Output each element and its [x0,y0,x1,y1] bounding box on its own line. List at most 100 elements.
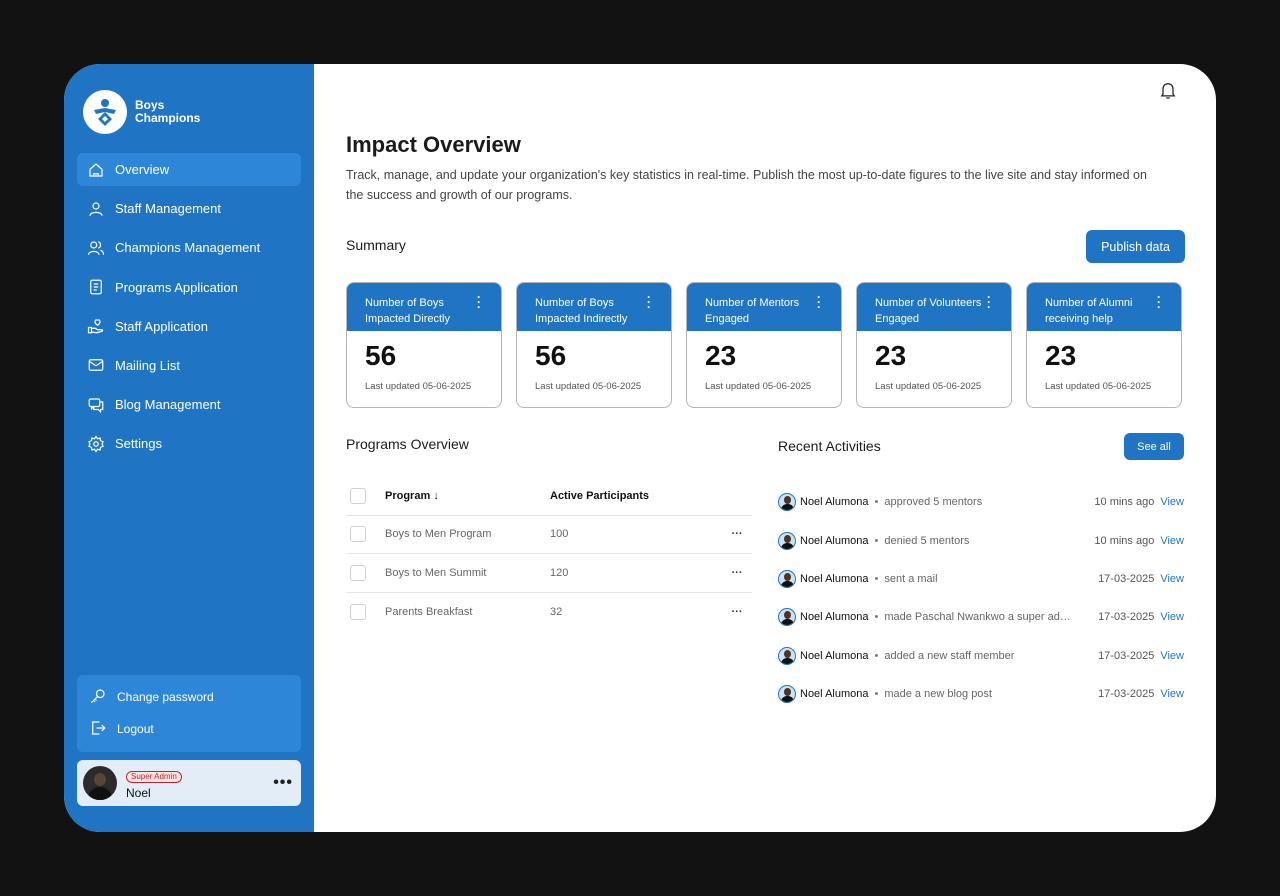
stat-value: 56 [365,340,397,371]
avatar [83,766,117,800]
sidebar-item-staff-management[interactable]: Staff Management [77,192,301,225]
sidebar: Boys Champions Overview Staff Management… [64,64,314,832]
row-checkbox[interactable] [350,526,366,543]
select-all-checkbox[interactable] [350,487,366,504]
bell-icon[interactable] [1158,80,1178,100]
brand[interactable]: Boys Champions [83,90,200,134]
list-item: Noel Alumona • added a new staff member … [778,637,1184,675]
view-link[interactable]: View [1160,573,1184,585]
sidebar-item-label: Overview [115,162,170,177]
stat-value: 23 [875,340,907,371]
column-header-program[interactable]: Program ↓ [385,490,550,502]
sidebar-item-programs-application[interactable]: Programs Application [77,271,301,304]
list-item: Noel Alumona • approved 5 mentors 10 min… [778,483,1184,521]
row-menu-button[interactable]: ··· [722,567,752,579]
stat-card-title: Number of Volunteers Engaged [875,297,982,325]
summary-cards: Number of Boys Impacted Directly · · · 56 L… [346,282,1182,408]
sidebar-item-mailing-list[interactable]: Mailing List [77,349,301,382]
sidebar-item-champions-management[interactable]: Champions Management [77,231,301,264]
activity-user: Noel Alumona [800,534,869,547]
avatar [778,493,796,512]
page-description: Track, manage, and update your organizat… [346,168,1147,202]
program-name: Boys to Men Summit [385,566,487,579]
logout-label: Logout [117,722,154,736]
sidebar-item-overview[interactable]: Overview [77,153,301,186]
table-header: Program ↓ Active Participants [346,477,752,516]
stat-value: 56 [535,340,567,371]
stat-card: Number of Boys Impacted Directly · · · 56 L… [346,282,502,408]
stat-card-title: Number of Mentors Engaged [705,297,800,325]
view-link[interactable]: View [1160,496,1184,508]
see-all-button[interactable]: See all [1124,433,1184,460]
gear-icon [87,435,105,453]
sidebar-item-label: Settings [115,436,162,452]
programs-table: Program ↓ Active Participants Boys to Me… [346,477,752,631]
sidebar-item-label: Staff Application [115,318,208,334]
view-link[interactable]: View [1160,650,1184,662]
list-item: Noel Alumona • sent a mail 17-03-2025 Vi… [778,560,1184,598]
avatar [778,531,796,550]
view-link[interactable]: View [1160,688,1184,700]
sidebar-item-label: Mailing List [115,357,181,373]
user-more-button[interactable]: ••• [273,774,293,792]
separator-dot: • [874,534,879,547]
view-link[interactable]: View [1160,611,1184,623]
user-card[interactable]: Super Admin Noel ••• [77,760,301,806]
activity-action: made Paschal Nwankwo a super admin [884,611,1075,624]
sidebar-item-label: Champions Management [115,240,261,256]
sidebar-item-blog-management[interactable]: Blog Management [77,388,301,421]
stat-value: 23 [705,340,737,371]
list-item: Noel Alumona • made Paschal Nwankwo a su… [778,598,1184,636]
user-icon [87,200,105,218]
row-menu-button[interactable]: ··· [722,606,752,618]
activity-time: 17-03-2025 [1098,649,1155,662]
table-row: Parents Breakfast 32 ··· [346,593,752,632]
key-icon [89,687,107,708]
kebab-menu-icon[interactable]: · · · [477,291,481,313]
avatar [778,685,796,704]
participants-count: 32 [550,605,563,618]
activity-user: Noel Alumona [800,572,869,585]
activity-time: 17-03-2025 [1098,572,1155,585]
document-icon [87,278,105,296]
activity-action: made a new blog post [884,688,992,701]
page-title: Impact Overview [346,132,521,157]
view-link[interactable]: View [1160,535,1184,547]
column-header-participants: Active Participants [550,489,650,502]
sidebar-item-label: Staff Management [115,201,221,217]
activity-action: denied 5 mentors [884,534,970,547]
row-menu-button[interactable]: ··· [722,528,752,540]
participants-count: 120 [550,566,569,579]
kebab-menu-icon[interactable]: · · · [647,291,651,313]
activity-user: Noel Alumona [800,496,869,509]
brand-name-line2: Champions [135,111,201,125]
activity-user: Noel Alumona [800,611,869,624]
sidebar-item-label: Programs Application [115,279,238,295]
logout-button[interactable]: Logout [89,718,289,740]
stat-updated: Last updated 05-06-2025 [535,381,642,392]
main-content: Impact Overview Track, manage, and updat… [314,64,1216,832]
activity-action: approved 5 mentors [884,496,983,509]
sidebar-item-label: Blog Management [115,397,221,413]
stat-updated: Last updated 05-06-2025 [1045,381,1152,392]
programs-title: Programs Overview [346,436,469,452]
kebab-menu-icon[interactable]: · · · [817,291,821,313]
kebab-menu-icon[interactable]: · · · [987,291,991,313]
stat-card-title: Number of Boys Impacted Indirectly [535,297,628,325]
stat-card-title: Number of Alumni receiving help [1045,297,1133,325]
sidebar-nav: Overview Staff Management Champions Mana… [77,153,301,467]
publish-data-button[interactable]: Publish data [1086,230,1185,263]
sort-arrow-icon: ↓ [433,489,439,502]
change-password-button[interactable]: Change password [89,686,289,708]
activity-time: 17-03-2025 [1098,611,1155,624]
sidebar-item-settings[interactable]: Settings [77,427,301,460]
row-checkbox[interactable] [350,564,366,581]
chat-icon [87,396,105,414]
activity-action: sent a mail [884,572,938,585]
sidebar-item-staff-application[interactable]: Staff Application [77,310,301,343]
kebab-menu-icon[interactable]: · · · [1157,291,1161,313]
program-name: Boys to Men Program [385,528,492,541]
program-name: Parents Breakfast [385,605,473,618]
row-checkbox[interactable] [350,603,366,620]
separator-dot: • [874,688,879,701]
